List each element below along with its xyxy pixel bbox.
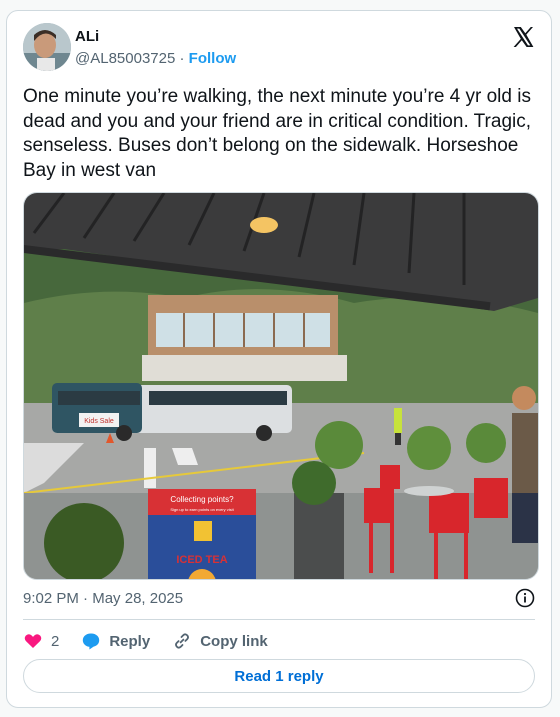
- sign-top-text: Collecting points?: [170, 495, 234, 504]
- tweet-card: ALi @AL85003725 · Follow One minute you’…: [6, 10, 552, 708]
- reply-bubble-icon: [83, 633, 100, 650]
- read-replies-button[interactable]: Read 1 reply: [23, 659, 535, 693]
- heart-icon: [24, 634, 42, 648]
- tweet-time: 9:02 PM: [23, 590, 79, 607]
- bus-scene-photo: Kids Sale Collecting points? Sign up to …: [24, 193, 538, 579]
- divider: [23, 619, 535, 620]
- like-button[interactable]: 2: [23, 631, 59, 651]
- like-count: 2: [51, 632, 60, 650]
- tweet-text: One minute you’re walking, the next minu…: [23, 86, 532, 181]
- copy-link-label: Copy link: [200, 632, 268, 650]
- handle-row: @AL85003725 · Follow: [75, 50, 236, 67]
- sign-sub-text: Sign up to earn points on every visit: [170, 507, 234, 512]
- x-logo-icon[interactable]: [511, 25, 535, 49]
- reply-button[interactable]: Reply: [81, 631, 150, 651]
- action-bar: 2 Reply Copy link: [23, 629, 290, 653]
- separator-dot: ·: [179, 50, 185, 67]
- separator-dot: ·: [83, 590, 89, 607]
- author-handle[interactable]: @AL85003725: [75, 50, 175, 67]
- tweet-photo[interactable]: Kids Sale Collecting points? Sign up to …: [23, 192, 539, 580]
- avatar[interactable]: [23, 23, 71, 71]
- copy-link-button[interactable]: Copy link: [172, 631, 268, 651]
- link-icon: [175, 633, 190, 649]
- reply-label: Reply: [109, 632, 151, 650]
- avatar-image: [23, 23, 71, 71]
- bus-ad-text: Kids Sale: [84, 418, 114, 425]
- follow-button[interactable]: Follow: [189, 50, 237, 67]
- info-icon[interactable]: [515, 588, 535, 608]
- author-name[interactable]: ALi: [75, 28, 99, 45]
- sign-brand-text: ICED TEA: [176, 554, 227, 566]
- tweet-timestamp[interactable]: 9:02 PM · May 28, 2025: [23, 590, 183, 607]
- tweet-date: May 28, 2025: [92, 590, 184, 607]
